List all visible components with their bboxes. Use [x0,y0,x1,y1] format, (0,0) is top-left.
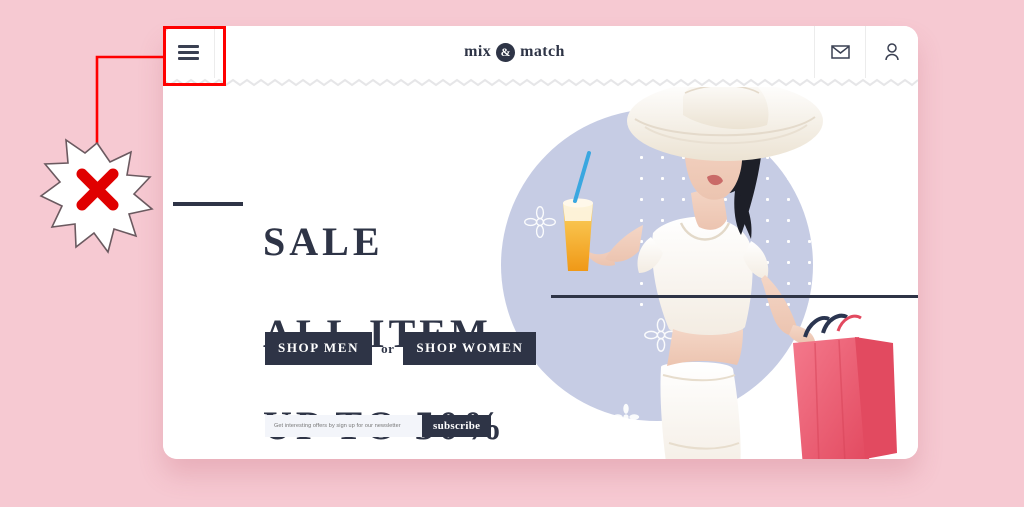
hero-section: SALE ALL ITEM UP TO 50% SHOP MEN or SHOP… [163,87,918,459]
shop-men-button[interactable]: SHOP MEN [265,332,373,365]
logo-word-left: mix [464,43,492,60]
annotation-highlight-box [163,26,226,86]
site-logo[interactable]: mix & match [215,26,814,78]
newsletter-form: subscribe [265,415,492,437]
logo-ampersand-icon: & [496,42,516,62]
annotation-starburst [39,138,154,254]
mail-button[interactable] [814,26,866,78]
mail-icon[interactable] [830,45,850,59]
headline-line-1: SALE [263,219,384,264]
sun-hat [627,87,823,161]
newsletter-email-input[interactable] [265,415,422,437]
annotation-connector [95,55,163,185]
header-zigzag-divider [163,78,918,87]
site-header: mix & match [163,26,918,78]
x-mark-icon [76,168,119,211]
account-button[interactable] [866,26,918,78]
decor-cross-rule [551,295,918,298]
hero-model-image [563,87,897,459]
logo-word-right: match [520,43,565,60]
subscribe-button[interactable]: subscribe [422,415,492,437]
account-icon[interactable] [884,43,900,61]
drink-cup [563,151,593,271]
headline-rule [173,202,243,206]
browser-window: mix & match SALE ALL ITEM SHOP MEN or SH… [163,26,918,459]
cta-separator: or [381,340,395,356]
